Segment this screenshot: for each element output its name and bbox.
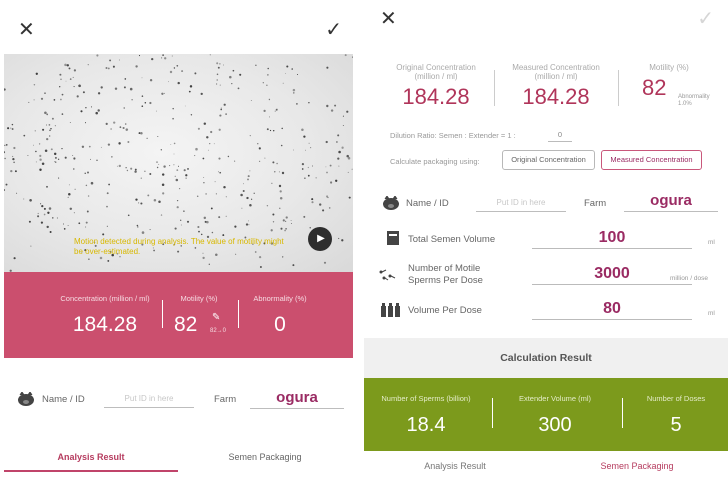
concentration-value: 184.28 xyxy=(72,313,138,336)
name-id-label: Name / ID xyxy=(406,198,449,209)
farm-input[interactable]: ogura xyxy=(624,192,718,212)
farm-label: Farm xyxy=(214,394,237,405)
analysis-result-screen: ✕ ✓ Motion detected during analysis. The… xyxy=(0,0,356,477)
motion-warning: Motion detected during analysis. The val… xyxy=(74,237,284,256)
doses-value: 5 xyxy=(670,414,682,436)
concentration-block: Concentration (million / ml) 184.28 xyxy=(50,294,160,337)
volume-per-dose-unit: ml xyxy=(708,310,715,317)
farm-input[interactable]: ogura xyxy=(250,389,344,409)
tab-analysis-result[interactable]: Analysis Result xyxy=(4,452,178,462)
original-concentration-block: Original Concentration (million / ml) 18… xyxy=(384,63,488,110)
top-bar: ✕ ✓ xyxy=(0,0,356,52)
concentration-label: Concentration (million / ml) xyxy=(60,294,150,303)
sperms-value: 18.4 xyxy=(406,414,446,436)
tab-analysis-result[interactable]: Analysis Result xyxy=(364,461,546,471)
top-bar: ✕ ✓ xyxy=(364,0,728,52)
doses-block: Number of Doses 5 xyxy=(630,394,722,437)
motility-label: Motility (%) xyxy=(649,63,689,72)
vials-icon xyxy=(381,303,400,317)
close-icon[interactable]: ✕ xyxy=(380,9,397,29)
name-id-label: Name / ID xyxy=(42,394,85,405)
tab-semen-packaging[interactable]: Semen Packaging xyxy=(178,452,352,462)
calculation-result-band: Number of Sperms (billion) 18.4 Extender… xyxy=(364,378,728,451)
beaker-icon xyxy=(387,231,399,245)
sperm-icon xyxy=(379,269,396,281)
extender-value: 300 xyxy=(538,414,572,436)
original-concentration-label: Original Concentration (million / ml) xyxy=(396,63,476,81)
motile-sperms-label: Number of Motile xyxy=(408,263,481,274)
dilution-input[interactable]: 0 xyxy=(548,130,572,142)
measured-concentration-value: 184.28 xyxy=(522,84,590,109)
motile-sperms-label-2: Sperms Per Dose xyxy=(408,275,483,286)
doses-label: Number of Doses xyxy=(646,394,706,403)
measured-concentration-label: Measured Concentration (million / ml) xyxy=(512,63,600,81)
total-volume-label: Total Semen Volume xyxy=(408,234,496,245)
original-concentration-option[interactable]: Original Concentration xyxy=(502,150,595,170)
motility-sub: 82→0 xyxy=(210,328,227,334)
motile-sperms-input[interactable]: 3000 xyxy=(532,265,692,285)
abnormality-small: Abnormality 1.0% xyxy=(678,94,710,107)
bottom-tabs: Analysis Result Semen Packaging xyxy=(364,451,728,477)
semen-packaging-screen: ✕ ✓ Original Concentration (million / ml… xyxy=(364,0,728,477)
total-volume-unit: ml xyxy=(708,239,715,246)
measured-concentration-option[interactable]: Measured Concentration xyxy=(601,150,702,170)
abnormality-block: Abnormality (%) 0 xyxy=(242,294,318,337)
pen-icon[interactable]: ✎ xyxy=(212,312,220,323)
abnormality-label: Abnormality (%) xyxy=(253,294,307,303)
divider xyxy=(492,398,493,428)
tab-semen-packaging[interactable]: Semen Packaging xyxy=(546,461,728,471)
original-concentration-value: 184.28 xyxy=(402,84,470,109)
motility-label: Motility (%) xyxy=(180,294,218,303)
sperms-label: Number of Sperms (billion) xyxy=(381,394,471,403)
name-id-input[interactable]: Put ID in here xyxy=(104,394,194,408)
analysis-result-band: Concentration (million / ml) 184.28 Moti… xyxy=(4,272,353,358)
volume-per-dose-label: Volume Per Dose xyxy=(408,305,482,316)
motile-sperms-unit: million / dose xyxy=(670,275,708,282)
sperms-block: Number of Sperms (billion) 18.4 xyxy=(370,394,482,437)
name-id-input[interactable]: Put ID in here xyxy=(476,198,566,212)
pig-icon xyxy=(383,196,399,210)
divider xyxy=(162,300,163,328)
extender-block: Extender Volume (ml) 300 xyxy=(502,394,608,437)
active-tab-indicator xyxy=(4,470,178,472)
dilution-label: Dilution Ratio: Semen : Extender = 1 : xyxy=(390,131,516,140)
close-icon[interactable]: ✕ xyxy=(18,20,35,40)
measured-concentration-block: Measured Concentration (million / ml) 18… xyxy=(500,63,612,110)
calc-using-label: Calculate packaging using: xyxy=(390,157,480,166)
extender-label: Extender Volume (ml) xyxy=(518,394,592,403)
check-icon[interactable]: ✓ xyxy=(697,9,714,29)
calculation-result-header: Calculation Result xyxy=(364,338,728,378)
name-farm-row: Name / ID Put ID in here Farm ogura xyxy=(0,386,356,416)
check-icon[interactable]: ✓ xyxy=(325,20,342,40)
divider xyxy=(238,300,239,328)
abnormality-value: 0 xyxy=(274,313,286,336)
divider xyxy=(618,70,619,106)
volume-per-dose-input[interactable]: 80 xyxy=(532,300,692,320)
play-icon[interactable]: ▶ xyxy=(308,227,332,251)
divider xyxy=(494,70,495,106)
total-volume-input[interactable]: 100 xyxy=(532,229,692,249)
divider xyxy=(622,398,623,428)
bottom-tabs: Analysis Result Semen Packaging xyxy=(0,448,356,476)
farm-label: Farm xyxy=(584,198,607,209)
pig-icon xyxy=(18,392,34,406)
